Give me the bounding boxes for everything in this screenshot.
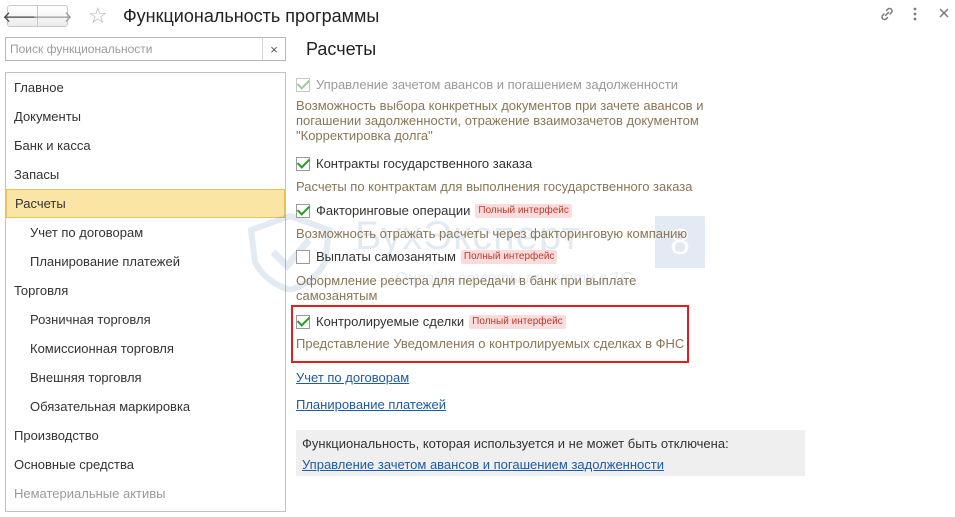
sidebar-item-main[interactable]: Главное xyxy=(6,73,285,102)
sidebar-item-settlements[interactable]: Расчеты xyxy=(6,189,285,218)
sidebar-item-fixed-assets[interactable]: Основные средства xyxy=(6,450,285,479)
sidebar-item-mandatory-labeling[interactable]: Обязательная маркировка xyxy=(6,392,285,421)
sidebar-item-bank-cash[interactable]: Банк и касса xyxy=(6,131,285,160)
sidebar-item-commission[interactable]: Комиссионная торговля xyxy=(6,334,285,363)
sidebar-item-payment-planning[interactable]: Планирование платежей xyxy=(6,247,285,276)
sidebar-item-label: Расчеты xyxy=(15,196,66,211)
option-label: Выплаты самозанятым xyxy=(316,249,456,264)
option-advance-offset[interactable]: Управление зачетом авансов и погашением … xyxy=(296,77,678,92)
sidebar-item-label: Документы xyxy=(14,109,82,124)
sidebar-item-label: Торговля xyxy=(14,283,69,298)
sidebar-item-label: Нематериальные активы xyxy=(14,486,166,501)
sidebar-item-production[interactable]: Производство xyxy=(6,421,285,450)
info-link-advance-offset[interactable]: Управление зачетом авансов и погашением … xyxy=(302,457,664,472)
sidebar-item-inventory[interactable]: Запасы xyxy=(6,160,285,189)
sidebar-item-label: Планирование платежей xyxy=(30,254,180,269)
option-government-contracts[interactable]: Контракты государственного заказа xyxy=(296,156,532,171)
sidebar-item-label: Комиссионная торговля xyxy=(30,341,174,356)
sidebar-item-label: Обязательная маркировка xyxy=(30,399,191,414)
section-title: Расчеты xyxy=(306,39,377,59)
factoring-checkbox[interactable] xyxy=(296,203,310,218)
option-label: Управление зачетом авансов и погашением … xyxy=(316,77,678,92)
sidebar-item-label: Запасы xyxy=(14,167,60,182)
option-factoring[interactable]: Факторинговые операции Полный интерфейс xyxy=(296,203,572,218)
option-description: Возможность выбора конкретных документов… xyxy=(296,98,704,143)
self-employed-checkbox[interactable] xyxy=(296,249,310,264)
option-label: Факторинговые операции xyxy=(316,203,471,218)
sidebar-item-intangible-assets[interactable]: Нематериальные активы xyxy=(6,479,285,508)
forward-button[interactable]: 🡒 xyxy=(32,5,73,27)
sidebar-item-retail[interactable]: Розничная торговля xyxy=(6,305,285,334)
arrow-right-icon: 🡒 xyxy=(32,8,73,26)
star-icon[interactable]: ☆ xyxy=(88,4,108,28)
option-description: Возможность отражать расчеты через факто… xyxy=(296,226,688,241)
sidebar-item-label: Производство xyxy=(14,428,99,443)
sidebar-item-label: Внешняя торговля xyxy=(30,370,142,385)
option-controlled-transactions[interactable]: Контролируемые сделки Полный интерфейс xyxy=(296,314,566,329)
option-description: Представление Уведомления о контролируем… xyxy=(296,336,685,351)
full-interface-badge: Полный интерфейс xyxy=(469,314,566,329)
sidebar: Главное Документы Банк и касса Запасы Ра… xyxy=(5,72,286,512)
clear-search-button[interactable]: × xyxy=(262,38,285,60)
full-interface-badge: Полный интерфейс xyxy=(460,249,558,264)
option-description: Расчеты по контрактам для выполнения гос… xyxy=(296,179,693,194)
sidebar-item-foreign-trade[interactable]: Внешняя торговля xyxy=(6,363,285,392)
link-contract-accounting[interactable]: Учет по договорам xyxy=(296,370,409,385)
option-label: Контролируемые сделки xyxy=(316,314,465,329)
option-self-employed[interactable]: Выплаты самозанятым Полный интерфейс xyxy=(296,249,558,264)
sidebar-item-label: Розничная торговля xyxy=(30,312,151,327)
government-contracts-checkbox[interactable] xyxy=(296,156,310,171)
sidebar-item-label: Учет по договорам xyxy=(30,225,144,240)
full-interface-badge: Полный интерфейс xyxy=(475,203,572,218)
option-label: Контракты государственного заказа xyxy=(316,156,533,171)
advance-offset-checkbox[interactable] xyxy=(296,77,310,92)
link-payment-planning[interactable]: Планирование платежей xyxy=(296,397,446,412)
info-panel: Функциональность, которая используется и… xyxy=(296,430,805,476)
controlled-transactions-checkbox[interactable] xyxy=(296,314,310,329)
sidebar-item-label: Основные средства xyxy=(14,457,134,472)
main-panel: Расчеты Управление зачетом авансов и пог… xyxy=(291,0,955,517)
search-box: × xyxy=(5,37,286,61)
sidebar-item-trade[interactable]: Торговля xyxy=(6,276,285,305)
sidebar-item-label: Главное xyxy=(14,80,64,95)
search-input[interactable] xyxy=(8,40,262,58)
info-text: Функциональность, которая используется и… xyxy=(302,436,729,451)
sidebar-item-documents[interactable]: Документы xyxy=(6,102,285,131)
sidebar-item-label: Банк и касса xyxy=(14,138,91,153)
clear-icon: × xyxy=(270,41,278,57)
option-description: Оформление реестра для передачи в банк п… xyxy=(296,273,637,303)
sidebar-item-contract-accounting[interactable]: Учет по договорам xyxy=(6,218,285,247)
